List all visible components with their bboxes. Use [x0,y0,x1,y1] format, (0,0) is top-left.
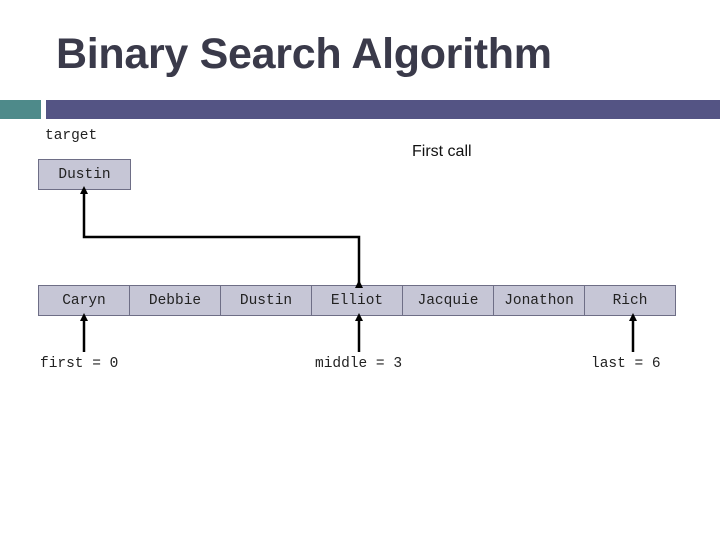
array-cell-value: Dustin [239,292,293,309]
slide-title: Binary Search Algorithm [56,30,552,78]
array-cell-value: Jonathon [504,292,574,309]
title-accent-bar-teal [0,100,41,119]
array-cell-value: Caryn [62,292,106,309]
target-label: target [45,128,98,144]
comparison-arrow [80,186,363,288]
array-cell: Jonathon [493,285,585,316]
array-cell: Debbie [129,285,221,316]
array-cell-value: Rich [612,292,648,309]
array-cell-value: Elliot [330,292,384,309]
target-box: Dustin [38,159,131,190]
array-cell: Dustin [220,285,312,316]
array-cell: Rich [584,285,676,316]
last-pointer-label: last = 6 [591,356,661,372]
first-pointer-label: first = 0 [40,356,119,372]
array-cell: Elliot [311,285,403,316]
arrows-layer [80,186,637,352]
target-value: Dustin [58,166,111,183]
middle-pointer-label: middle = 3 [315,356,403,372]
array-cell-value: Jacquie [417,292,479,309]
call-caption: First call [412,143,472,160]
array-cell: Jacquie [402,285,494,316]
array-cell-value: Debbie [148,292,202,309]
title-accent-bar-purple [46,100,720,119]
array-cell: Caryn [38,285,130,316]
array: Caryn Debbie Dustin Elliot Jacquie Jonat… [38,285,676,316]
